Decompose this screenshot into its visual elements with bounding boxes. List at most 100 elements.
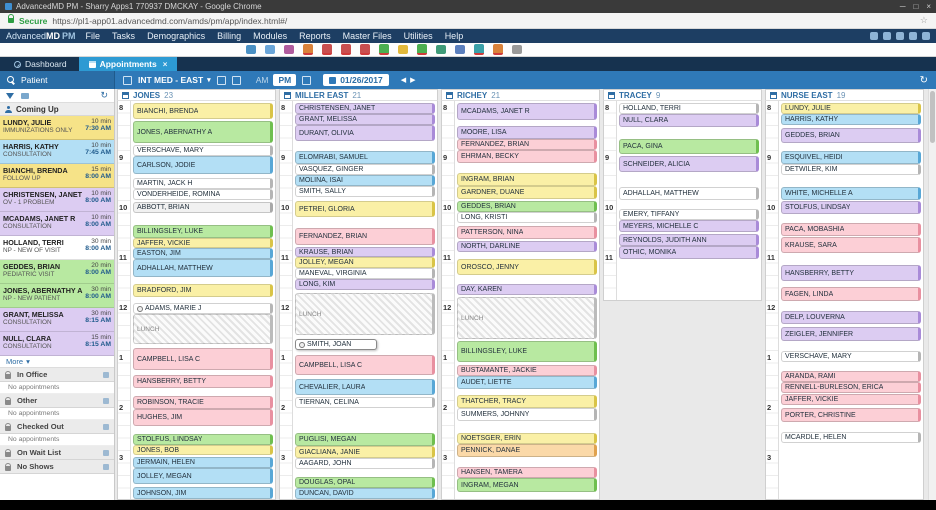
- calendar-picker-icon[interactable]: [302, 76, 311, 85]
- coming-up-header[interactable]: Coming Up: [0, 103, 114, 116]
- appointment-book-icon[interactable]: [303, 44, 313, 55]
- help-icon[interactable]: [922, 32, 930, 40]
- appointment-block[interactable]: NULL, CLARA: [619, 114, 759, 127]
- appointment-block[interactable]: GEDDES, BRIAN: [457, 201, 597, 212]
- appointment-block[interactable]: SUMMERS, JOHNNY: [457, 408, 597, 421]
- appointment-block[interactable]: GEDDES, BRIAN: [781, 128, 921, 143]
- appointment-block[interactable]: JOLLEY, MEGAN: [295, 257, 435, 268]
- month-view-icon[interactable]: [360, 44, 370, 55]
- menu-demographics[interactable]: Demographics: [147, 31, 205, 41]
- appointment-block[interactable]: VASQUEZ, GINGER: [295, 164, 435, 175]
- appointment-block[interactable]: REYNOLDS, JUDITH ANN: [619, 234, 759, 246]
- appointment-block[interactable]: RENNELL-BURLESON, ERICA: [781, 382, 921, 393]
- coming-up-item[interactable]: JONES, ABERNATHY ANP - NEW PATIENT30 min…: [0, 284, 114, 308]
- appointment-block[interactable]: OTHIC, MONIKA: [619, 246, 759, 259]
- column-body[interactable]: 89101112123BIANCHI, BRENDAJONES, ABERNAT…: [117, 101, 276, 500]
- appointment-block[interactable]: ELOMRABI, SAMUEL: [295, 151, 435, 164]
- appointment-block[interactable]: DETWILER, KIM: [781, 164, 921, 175]
- appointment-block[interactable]: ESQUIVEL, HEIDI: [781, 151, 921, 164]
- patient-info-icon[interactable]: [265, 45, 275, 54]
- appointment-block[interactable]: HARRIS, KATHY: [781, 114, 921, 125]
- appointment-block[interactable]: LUNDY, JULIE: [781, 103, 921, 114]
- appointment-block[interactable]: BRADFORD, JIM: [133, 284, 273, 297]
- appointment-block[interactable]: VONDERHEIDE, ROMINA: [133, 189, 273, 200]
- ehr-icon[interactable]: [474, 44, 484, 55]
- section-tool-icon[interactable]: [103, 424, 109, 430]
- close-button[interactable]: ×: [926, 2, 931, 11]
- menu-tasks[interactable]: Tasks: [112, 31, 135, 41]
- bookmark-star-icon[interactable]: ☆: [920, 15, 928, 26]
- appointment-block[interactable]: LONG, KIM: [295, 279, 435, 290]
- chat-icon[interactable]: [883, 32, 891, 40]
- next-day-button[interactable]: ▶: [410, 76, 415, 84]
- appointment-block[interactable]: BILLINGSLEY, LUKE: [457, 341, 597, 362]
- appointment-block[interactable]: HUGHES, JIM: [133, 409, 273, 426]
- appointment-block[interactable]: ZEIGLER, JENNIFER: [781, 327, 921, 341]
- section-tool-icon[interactable]: [103, 450, 109, 456]
- coming-up-item[interactable]: GRANT, MELISSACONSULTATION30 min8:15 AM: [0, 308, 114, 332]
- appointment-block[interactable]: PACA, GINA: [619, 139, 759, 154]
- appointment-block[interactable]: INGRAM, BRIAN: [457, 173, 597, 186]
- appointment-block[interactable]: DELP, LOUVERNA: [781, 311, 921, 324]
- sidebar-section-checked-out[interactable]: Checked Out: [0, 420, 114, 434]
- appointment-block[interactable]: EASTON, JIM: [133, 248, 273, 259]
- appointment-block[interactable]: NOETSGER, ERIN: [457, 433, 597, 444]
- appointment-block[interactable]: MANEVAL, VIRGINIA: [295, 268, 435, 279]
- section-tool-icon[interactable]: [103, 464, 109, 470]
- appointment-block[interactable]: MCARDLE, HELEN: [781, 432, 921, 443]
- more-link[interactable]: More ▾: [0, 356, 114, 368]
- refresh-schedule-button[interactable]: ↻: [920, 75, 928, 86]
- date-picker[interactable]: 01/26/2017: [323, 74, 389, 86]
- appointment-block[interactable]: INGRAM, MEGAN: [457, 478, 597, 492]
- coming-up-item[interactable]: CHRISTENSEN, JANETOV - 1 PROBLEM10 min8:…: [0, 188, 114, 212]
- appointment-block[interactable]: EHRMAN, BECKY: [457, 150, 597, 163]
- sidebar-section-no-shows[interactable]: No Shows: [0, 460, 114, 474]
- appointment-block[interactable]: FAGEN, LINDA: [781, 287, 921, 301]
- messages-icon[interactable]: [493, 44, 503, 55]
- menu-file[interactable]: File: [86, 31, 101, 41]
- appointment-block[interactable]: FERNANDEZ, BRIAN: [295, 228, 435, 245]
- column-header[interactable]: NURSE EAST19: [765, 89, 924, 101]
- appointment-block[interactable]: GIACLIANA, JANIE: [295, 446, 435, 458]
- vertical-scrollbar[interactable]: [928, 89, 936, 500]
- appointment-block[interactable]: HANSBERRY, BETTY: [781, 265, 921, 281]
- tab-close-icon[interactable]: ×: [163, 60, 168, 69]
- appointment-block[interactable]: STOLFUS, LINDSAY: [133, 434, 273, 445]
- url-text[interactable]: https://pl1-app01.advancedmd.com/amds/pm…: [52, 16, 915, 26]
- coming-up-item[interactable]: LUNDY, JULIEIMMUNIZATIONS ONLY10 min7:30…: [0, 116, 114, 140]
- appointment-block[interactable]: GARDNER, DUANE: [457, 186, 597, 199]
- column-body[interactable]: 891011HOLLAND, TERRINULL, CLARAPACA, GIN…: [603, 101, 762, 301]
- scrollbar-thumb[interactable]: [930, 91, 935, 143]
- appointment-block[interactable]: VERSCHAVE, MARY: [781, 351, 921, 362]
- sidebar-section-other[interactable]: Other: [0, 394, 114, 408]
- appointment-block[interactable]: BIANCHI, BRENDA: [133, 103, 273, 119]
- appointment-block[interactable]: KRAUSE, SARA: [781, 237, 921, 253]
- column-header[interactable]: JONES23: [117, 89, 276, 101]
- appointment-block[interactable]: KRAUSE, BRIAN: [295, 247, 435, 257]
- appointment-block[interactable]: PACA, MOBASHIA: [781, 223, 921, 236]
- appointment-block[interactable]: MCADAMS, JANET R: [457, 103, 597, 120]
- appointment-block[interactable]: CHRISTENSEN, JANET: [295, 103, 435, 114]
- menu-utilities[interactable]: Utilities: [404, 31, 433, 41]
- menu-modules[interactable]: Modules: [253, 31, 287, 41]
- appointment-block[interactable]: PATTERSON, NINA: [457, 226, 597, 239]
- appointment-block[interactable]: AAGARD, JOHN: [295, 458, 435, 469]
- quick-pay-icon[interactable]: [436, 45, 446, 54]
- pm-button[interactable]: PM: [273, 74, 296, 86]
- menu-help[interactable]: Help: [445, 31, 464, 41]
- tab-appointments[interactable]: Appointments ×: [79, 57, 178, 71]
- alert-icon[interactable]: [909, 32, 917, 40]
- appointment-block[interactable]: CAMPBELL, LISA C: [295, 355, 435, 375]
- mail-icon[interactable]: [896, 32, 904, 40]
- sidebar-section-in-office[interactable]: In Office: [0, 368, 114, 382]
- maximize-button[interactable]: □: [913, 2, 918, 11]
- blocked-time[interactable]: LUNCH: [133, 314, 273, 344]
- appointment-block[interactable]: SMITH, JOAN: [295, 339, 377, 350]
- appointment-block[interactable]: CAMPBELL, LISA C: [133, 348, 273, 370]
- coming-up-item[interactable]: GEDDES, BRIANPEDIATRIC VISIT20 min8:00 A…: [0, 260, 114, 284]
- appointment-block[interactable]: ADHALLAH, MATTHEW: [133, 259, 273, 277]
- appointment-block[interactable]: JOLLEY, MEGAN: [133, 468, 273, 484]
- column-body[interactable]: 89101112123MCADAMS, JANET RMOORE, LISAFE…: [441, 101, 600, 500]
- payment-entry-icon[interactable]: [417, 44, 427, 55]
- coming-up-item[interactable]: BIANCHI, BRENDAFOLLOW UP15 min8:00 AM: [0, 164, 114, 188]
